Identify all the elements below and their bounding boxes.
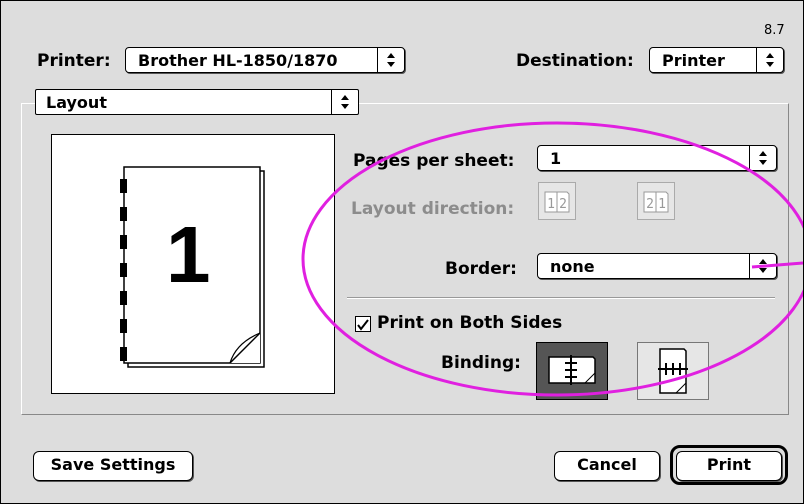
- print-dialog: 8.7 Printer: Brother HL-1850/1870 Destin…: [0, 0, 804, 504]
- highlight-ellipse-annotation: [301, 121, 803, 397]
